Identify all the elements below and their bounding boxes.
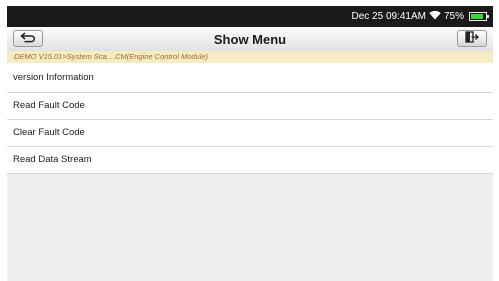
menu-list: version Information Read Fault Code Clea… xyxy=(7,63,493,174)
exit-icon xyxy=(465,30,479,48)
menu-item-read-data-stream[interactable]: Read Data Stream xyxy=(7,147,493,174)
app-screen: Dec 25 09:41AM 75% Show Menu DEMO V15.01… xyxy=(7,6,493,281)
battery-icon xyxy=(469,12,489,21)
status-bar: Dec 25 09:41AM 75% xyxy=(7,6,493,27)
menu-item-read-fault-code[interactable]: Read Fault Code xyxy=(7,93,493,120)
battery-percent: 75% xyxy=(443,11,464,22)
battery-fill xyxy=(471,14,483,19)
toolbar: Show Menu xyxy=(7,27,493,52)
status-indicators: Dec 25 09:41AM 75% xyxy=(351,9,489,24)
menu-item-version-information[interactable]: version Information xyxy=(7,63,493,93)
status-datetime: Dec 25 09:41AM xyxy=(351,11,426,22)
breadcrumb: DEMO V15.01>System Sca....CM(Engine Cont… xyxy=(7,51,493,63)
exit-button[interactable] xyxy=(457,30,487,47)
wifi-icon xyxy=(429,10,441,23)
menu-item-clear-fault-code[interactable]: Clear Fault Code xyxy=(7,120,493,147)
page-title: Show Menu xyxy=(213,32,287,47)
